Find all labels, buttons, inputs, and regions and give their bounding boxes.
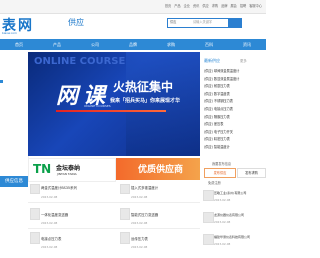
nav-item-companies[interactable]: 公司 (76, 39, 114, 50)
product-thumb[interactable] (30, 184, 40, 194)
product-thumb[interactable] (30, 208, 40, 220)
tn-company-name: 金坛泰纳 (56, 165, 81, 172)
list-item[interactable]: (供应) 耐震压力表 (204, 83, 264, 91)
banner-headline: 火热征集中 (113, 80, 174, 94)
top-link[interactable]: 产品 (174, 3, 180, 8)
company-name[interactable]: 压敏工业(泰州)有限公司 (214, 191, 246, 195)
more-link[interactable]: 更多 (240, 58, 247, 63)
company-name[interactable]: 福建华测仪表科技有限公司 (214, 235, 250, 239)
latest-supply-list: (供应) 球阀双金属温度计 (供应) 数显双金属温度计 (供应) 耐震压力表 (… (204, 68, 264, 152)
product-name[interactable]: 一体化温度变送器 (41, 212, 68, 217)
nav-item-brands[interactable]: 品牌 (114, 39, 152, 50)
company-date: 2023-02-08 (214, 242, 231, 246)
banner-online-text: ONLINE COURSE (34, 56, 126, 67)
nav-item-buy[interactable]: 求购 (152, 39, 190, 50)
banner-accent-line (56, 110, 166, 112)
product-date: 2023-02-08 (41, 221, 58, 225)
product-thumb[interactable] (120, 184, 130, 194)
top-link[interactable]: 供应 (202, 3, 208, 8)
banner-overlay (126, 52, 200, 156)
list-item[interactable]: (供应) 数字温度表 (204, 91, 264, 99)
banner-wang: 网 (56, 83, 79, 109)
latest-supply-title: 最新供应 (204, 58, 220, 63)
section-title: 供应信息 (0, 176, 28, 187)
divider (28, 228, 200, 229)
nav-item-news[interactable]: 资讯 (228, 39, 266, 50)
product-name[interactable]: 远传压力表 (131, 236, 148, 241)
list-item[interactable]: (供应) 差压表 (204, 121, 264, 129)
supplier-ad-text: 优质供应商 (138, 165, 184, 175)
top-link[interactable]: 客服中心 (249, 3, 262, 8)
company-thumb[interactable] (203, 190, 214, 201)
product-date: 2023-02-08 (41, 195, 58, 199)
top-link[interactable]: 企业 (184, 3, 190, 8)
company-thumb[interactable] (203, 234, 214, 245)
divider (28, 202, 200, 203)
publish-info-label: 我要发布信息 (212, 162, 232, 166)
list-item[interactable]: (供应) 隔膜压力表 (204, 114, 264, 122)
product-name[interactable]: 两金式温度计BS35系列 (41, 185, 77, 190)
product-thumb[interactable] (30, 232, 40, 244)
tn-logo: TN (33, 162, 52, 176)
list-item[interactable]: (供应) 不锈钢压力表 (204, 98, 264, 106)
category-sidebar (0, 52, 29, 172)
company-thumb[interactable] (203, 212, 214, 223)
sidebar-marker (0, 80, 3, 83)
product-thumb[interactable] (120, 208, 130, 220)
banner-en: ONLINE COURSES (84, 104, 111, 108)
product-date: 2023-02-08 (41, 245, 58, 249)
product-name[interactable]: 智能式压力变送器 (131, 212, 158, 217)
search-button[interactable] (228, 18, 242, 28)
company-name[interactable]: 龙源仪器仪表有限公司 (214, 213, 244, 217)
list-item[interactable]: (供应) 球阀双金属温度计 (204, 68, 264, 76)
top-link[interactable]: 招聘 (240, 3, 246, 8)
product-date: 2023-02-08 (131, 221, 148, 225)
company-date: 2023-02-08 (214, 220, 231, 224)
product-name[interactable]: 插入式多锥温度计 (131, 185, 158, 190)
nav-item-wiki[interactable]: 百科 (190, 39, 228, 50)
nav-item-home[interactable]: 首页 (0, 39, 38, 50)
publish-supply-button[interactable]: 发布供应 (204, 168, 236, 178)
page-title: 供应 (68, 18, 84, 27)
main-nav: 首页 产品 公司 品牌 求购 百科 资讯 (0, 39, 266, 50)
top-link[interactable]: 首页 (165, 3, 171, 8)
product-date: 2023-02-08 (131, 245, 148, 249)
product-name[interactable]: 电接点压力表 (41, 236, 61, 241)
banner-slogan: 我来「招兵买马」你来展现才华 (110, 98, 181, 104)
list-item[interactable]: (供应) 电接点压力表 (204, 106, 264, 114)
top-link[interactable]: 求购 (212, 3, 218, 8)
nav-item-products[interactable]: 产品 (38, 39, 76, 50)
company-date: 2023-02-08 (214, 198, 231, 202)
register-link[interactable]: 免费注册 (208, 180, 221, 185)
search-category-select[interactable]: 供应 (170, 19, 176, 24)
search-placeholder: 请输入关键字 (193, 20, 213, 24)
list-item[interactable]: (供应) 电子压力开关 (204, 129, 264, 137)
list-item[interactable]: (供应) 智能温度计 (204, 144, 264, 152)
tn-company-sub: JINTAN TAINA (57, 172, 77, 176)
product-thumb[interactable] (120, 232, 130, 244)
product-date: 2023-02-08 (131, 195, 148, 199)
top-link[interactable]: 品牌 (221, 3, 227, 8)
list-item[interactable]: (供应) 数显双金属温度计 (204, 76, 264, 84)
site-logo-sub: biaow.com (2, 31, 17, 35)
list-item[interactable]: (供应) 精密压力表 (204, 136, 264, 144)
hero-banner[interactable]: ONLINE COURSE 网 课 火热征集中 我来「招兵买马」你来展现才华 O… (28, 52, 200, 156)
top-link[interactable]: 资讯 (193, 3, 199, 8)
top-link[interactable]: 展会 (231, 3, 237, 8)
top-links: 首页 产品 企业 资讯 供应 求购 品牌 展会 招聘 客服中心 (165, 3, 262, 8)
publish-buy-button[interactable]: 发布求购 (237, 168, 266, 178)
